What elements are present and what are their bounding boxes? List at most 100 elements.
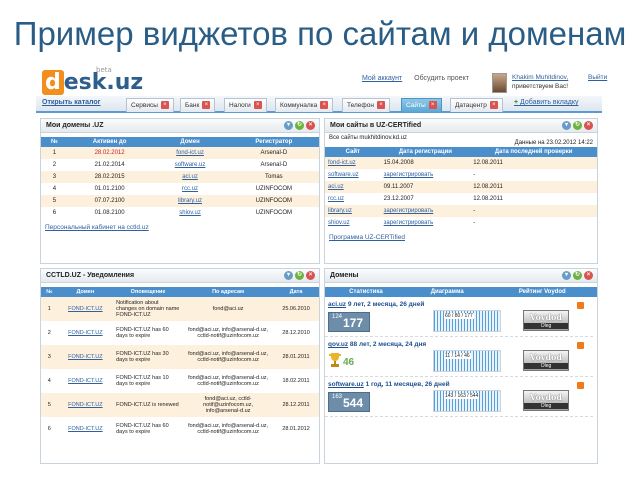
column-header[interactable]: Активен до: [67, 137, 152, 147]
column-header[interactable]: Сайт: [325, 147, 381, 157]
notification-text: FOND-ICT.UZ has 60 days to expire: [116, 327, 169, 339]
domain-link[interactable]: software.uz: [151, 159, 228, 171]
refresh-icon[interactable]: ↻: [573, 121, 582, 130]
voydod-rating-badge[interactable]: Voydod Oleg: [523, 310, 569, 331]
domain-link[interactable]: qov.uz: [328, 341, 348, 348]
tab-taxes[interactable]: Налоги ×: [224, 98, 267, 112]
domain-link[interactable]: FOND-ICT.UZ: [58, 417, 113, 441]
close-icon[interactable]: ×: [306, 271, 315, 280]
site-link[interactable]: aci.uz: [325, 181, 381, 193]
open-catalog-link[interactable]: Открыть каталог: [42, 99, 101, 106]
user-name[interactable]: Khakim Muhitdinov,: [512, 74, 568, 81]
register-link[interactable]: зарегистрировать: [381, 217, 471, 229]
refresh-icon[interactable]: ↻: [295, 271, 304, 280]
domain-link[interactable]: FOND-ICT.UZ: [57, 393, 114, 417]
column-header[interactable]: Диаграмма: [406, 287, 488, 297]
column-header[interactable]: Регистратор: [228, 137, 319, 147]
row-number: 4: [47, 378, 51, 384]
settings-icon[interactable]: ▾: [284, 121, 293, 130]
domain-link[interactable]: library.uz: [151, 195, 229, 207]
site-link[interactable]: shiov.uz: [325, 217, 381, 229]
column-header[interactable]: Оповещение: [113, 287, 184, 297]
column-header[interactable]: Рейтинг Voydod: [487, 287, 597, 297]
site-link[interactable]: rcc.uz: [325, 193, 381, 205]
tab-utilities[interactable]: Коммуналка ×: [275, 98, 334, 112]
domain-link[interactable]: fond-ict.uz: [151, 147, 229, 159]
column-header[interactable]: Дата последней проверки: [470, 147, 597, 157]
refresh-icon[interactable]: ↻: [573, 271, 582, 280]
table-row: rcc.uz 23.12.2007 12.08.2011: [325, 193, 597, 205]
voydod-label: Voydod: [530, 352, 562, 362]
close-icon[interactable]: ×: [202, 101, 211, 110]
certified-program-link[interactable]: Программа UZ-CERTified: [325, 229, 597, 241]
discuss-project-link[interactable]: Обсудить проект: [414, 75, 469, 82]
top-links: Мой аккаунт Обсудить проект: [362, 75, 479, 82]
close-icon[interactable]: ×: [584, 271, 593, 280]
table-row: 5 FOND-ICT.UZ FOND-ICT.UZ is renewed fond@a…: [41, 393, 319, 417]
column-header[interactable]: №: [41, 137, 68, 147]
rss-icon[interactable]: [577, 382, 584, 389]
traffic-sparkline[interactable]: 11 / 14 / 46: [433, 350, 501, 372]
refresh-icon[interactable]: ↻: [295, 121, 304, 130]
close-icon[interactable]: ×: [253, 101, 262, 110]
row-number: 1: [41, 297, 58, 321]
voydod-rating-badge[interactable]: Voydod Oleg: [523, 390, 569, 411]
trophy-icon: [328, 352, 342, 368]
close-icon[interactable]: ×: [306, 121, 315, 130]
tab-sites[interactable]: Сайты ×: [401, 98, 442, 112]
close-icon[interactable]: ×: [489, 101, 498, 110]
settings-icon[interactable]: ▾: [284, 271, 293, 280]
panel-header: Домены ▾ ↻ ×: [325, 269, 597, 283]
close-icon[interactable]: ×: [376, 101, 385, 110]
close-icon[interactable]: ×: [584, 121, 593, 130]
close-icon[interactable]: ×: [428, 101, 437, 110]
close-icon[interactable]: ×: [160, 101, 169, 110]
domain-link[interactable]: aci.uz: [328, 301, 346, 308]
recipient-addresses: fond@aci.uz, info@arsenal-d.uz, cctld-no…: [183, 345, 274, 369]
site-link[interactable]: fond-ict.uz: [325, 157, 381, 169]
certified-updated: Данные на 23.02.2012 14:22: [514, 140, 593, 146]
traffic-sparkline[interactable]: 143 / 163 / 544: [433, 390, 501, 412]
column-header[interactable]: Домен: [57, 287, 114, 297]
column-header[interactable]: Статистика: [325, 287, 407, 297]
column-header[interactable]: Дата: [273, 287, 319, 297]
table-row: aci.uz 09.11.2007 12.08.2011: [325, 181, 597, 193]
table-row: 3 28.02.2015 aci.uz Tomas: [41, 171, 319, 183]
domain-link[interactable]: FOND-ICT.UZ: [58, 321, 113, 345]
tab-datacenter[interactable]: Датацентр ×: [450, 98, 503, 112]
register-link[interactable]: зарегистрировать: [381, 169, 471, 181]
domain-link[interactable]: shiov.uz: [151, 207, 228, 219]
traffic-sparkline[interactable]: 60 / 80 / 177: [433, 310, 501, 332]
column-header[interactable]: №: [41, 287, 58, 297]
register-link[interactable]: зарегистрировать: [380, 205, 471, 217]
site-link[interactable]: software.uz: [325, 169, 381, 181]
domain-link[interactable]: rcc.uz: [151, 183, 228, 195]
column-header[interactable]: По адресам: [183, 287, 274, 297]
tab-phone[interactable]: Телефон ×: [342, 98, 390, 112]
my-account-link[interactable]: Мой аккаунт: [362, 75, 402, 82]
cctld-cabinet-link[interactable]: Персональный кабинет на cctld.uz: [41, 219, 319, 231]
domain-link[interactable]: FOND-ICT.UZ: [58, 369, 113, 393]
visits-total: 177: [343, 316, 364, 330]
column-header[interactable]: Домен: [151, 137, 229, 147]
settings-icon[interactable]: ▾: [562, 271, 571, 280]
close-icon[interactable]: ×: [320, 101, 329, 110]
rss-icon[interactable]: [577, 302, 584, 309]
domain-link[interactable]: aci.uz: [151, 171, 229, 183]
tab-bank[interactable]: Банк ×: [180, 98, 216, 112]
sparkline-label: 60 / 80 / 177: [444, 313, 474, 319]
column-header[interactable]: Дата регистрации: [380, 147, 471, 157]
domain-link[interactable]: software.uz: [328, 381, 364, 388]
domain-age: 1 год, 11 месяцев, 26 дней: [365, 381, 450, 388]
logout-link[interactable]: Выйти: [588, 74, 607, 81]
domain-link[interactable]: FOND-ICT.UZ: [57, 345, 114, 369]
site-link[interactable]: library.uz: [325, 205, 381, 217]
add-tab-link[interactable]: + Добавить вкладку: [514, 99, 579, 106]
voydod-rating-badge[interactable]: Voydod Oleg: [523, 350, 569, 371]
tab-services[interactable]: Сервисы ×: [126, 98, 174, 112]
domain-link[interactable]: FOND-ICT.UZ: [57, 297, 114, 321]
panel-header: CCTLD.UZ - Уведомления ▾ ↻ ×: [41, 269, 319, 283]
logo[interactable]: d esk.uz beta: [42, 66, 143, 95]
settings-icon[interactable]: ▾: [562, 121, 571, 130]
rss-icon[interactable]: [577, 342, 584, 349]
